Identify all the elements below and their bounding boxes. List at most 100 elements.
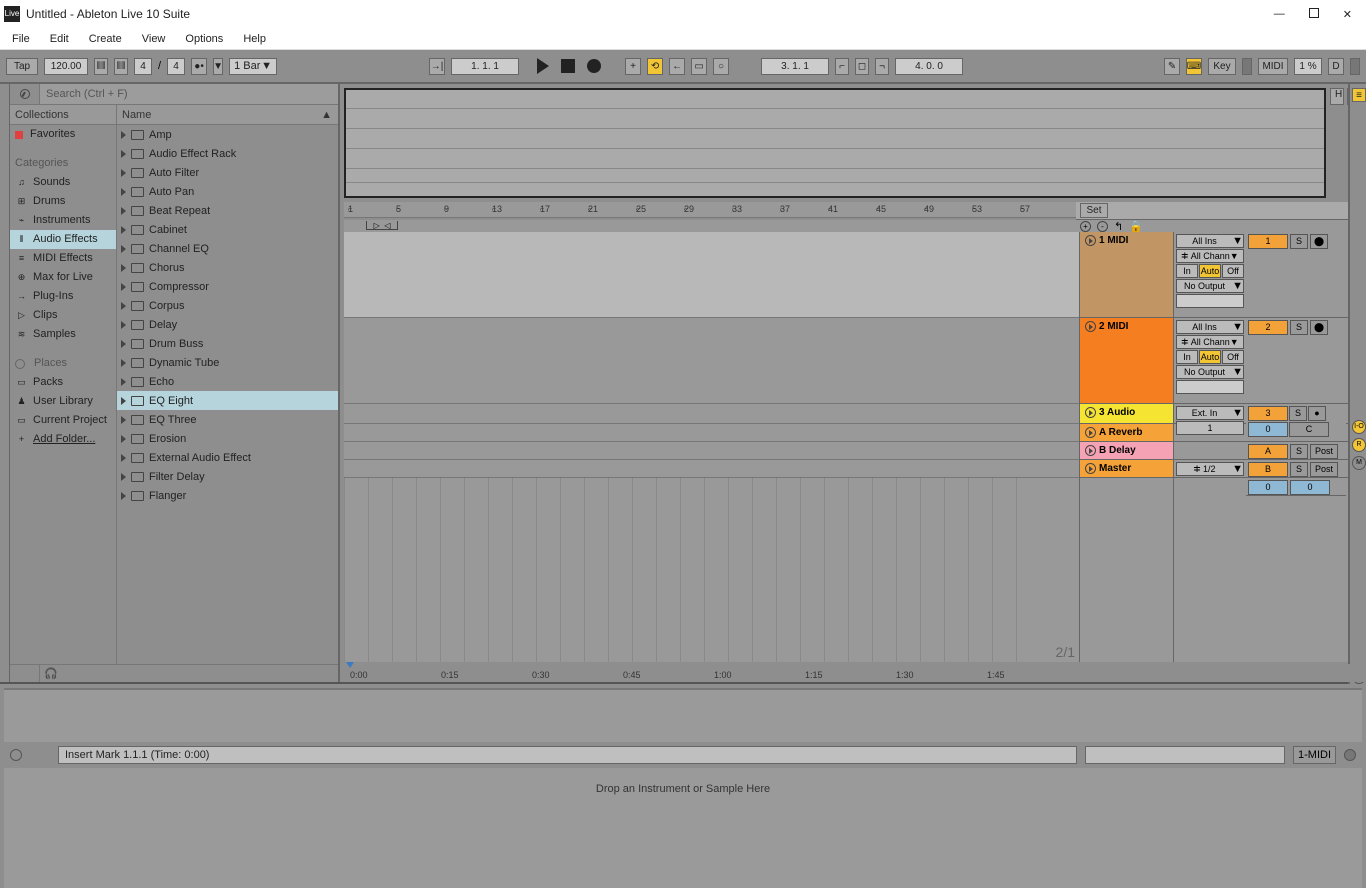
arm-button[interactable]: ⬤ xyxy=(1310,320,1328,335)
new-scene-icon[interactable]: + xyxy=(1080,221,1091,232)
menu-edit[interactable]: Edit xyxy=(50,33,69,45)
sidebar-category-sounds[interactable]: ♫Sounds xyxy=(10,173,116,192)
input-channel[interactable]: ⵐ All Chann▼ xyxy=(1176,335,1244,349)
sidebar-place-packs[interactable]: ▭Packs xyxy=(10,373,116,392)
browser-item-eq-three[interactable]: EQ Three xyxy=(117,410,338,429)
status-message[interactable]: Insert Mark 1.1.1 (Time: 0:00) xyxy=(58,746,1077,764)
punch-in[interactable]: ⌐ xyxy=(835,58,849,75)
sidebar-category-drums[interactable]: ⊞Drums xyxy=(10,192,116,211)
track-header-b-delay[interactable]: B Delay xyxy=(1080,442,1173,460)
monitor-in[interactable]: In xyxy=(1176,264,1198,278)
stop-button[interactable] xyxy=(561,59,575,73)
menu-options[interactable]: Options xyxy=(185,33,223,45)
mixer-toggle[interactable]: M xyxy=(1352,456,1366,470)
browser-item-drum-buss[interactable]: Drum Buss xyxy=(117,334,338,353)
browser-item-auto-pan[interactable]: Auto Pan xyxy=(117,182,338,201)
punch-out[interactable]: ¬ xyxy=(875,58,889,75)
solo-button[interactable]: S xyxy=(1289,406,1307,421)
clip-row[interactable] xyxy=(344,442,1079,460)
sidebar-place-current-project[interactable]: ▭Current Project xyxy=(10,411,116,430)
track-activator[interactable]: 3 xyxy=(1248,406,1288,421)
output-type[interactable]: No Output ▼ xyxy=(1176,279,1244,293)
input-type[interactable]: Ext. In ▼ xyxy=(1176,406,1244,420)
volume[interactable]: 0 xyxy=(1248,422,1288,437)
input-channel[interactable]: ⵐ All Chann▼ xyxy=(1176,249,1244,263)
clip-row[interactable] xyxy=(344,318,1079,404)
track-header-a-reverb[interactable]: A Reverb xyxy=(1080,424,1173,442)
draw-mode-button[interactable]: ✎ xyxy=(1164,58,1180,75)
monitor-off[interactable]: Off xyxy=(1222,264,1244,278)
sidebar-place-add-folder-[interactable]: +Add Folder... xyxy=(10,430,116,449)
browser-item-external-audio-effect[interactable]: External Audio Effect xyxy=(117,448,338,467)
browser-item-beat-repeat[interactable]: Beat Repeat xyxy=(117,201,338,220)
input-channel[interactable]: 1 xyxy=(1176,421,1244,435)
track-header-3-audio[interactable]: 3 Audio xyxy=(1080,404,1173,424)
track-fold-icon[interactable] xyxy=(1085,407,1096,418)
browser-item-erosion[interactable]: Erosion xyxy=(117,429,338,448)
browser-item-chorus[interactable]: Chorus xyxy=(117,258,338,277)
monitor-in[interactable]: In xyxy=(1176,350,1198,364)
playhead-icon[interactable] xyxy=(346,662,354,668)
track-activator[interactable]: 2 xyxy=(1248,320,1288,335)
search-input[interactable]: Search (Ctrl + F) xyxy=(40,84,338,104)
key-map-button[interactable]: Key xyxy=(1208,58,1236,75)
master-volume[interactable]: 0 xyxy=(1248,480,1288,495)
arrange-position[interactable]: 1. 1. 1 xyxy=(451,58,519,75)
output-type[interactable]: ⵐ 1/2 ▼ xyxy=(1176,462,1244,476)
browser-item-compressor[interactable]: Compressor xyxy=(117,277,338,296)
browser-item-corpus[interactable]: Corpus xyxy=(117,296,338,315)
track-fold-icon[interactable] xyxy=(1085,321,1096,332)
sidebar-favorites[interactable]: Favorites xyxy=(10,125,116,144)
window-maximize-button[interactable] xyxy=(1309,8,1319,18)
track-header-2-midi[interactable]: 2 MIDI xyxy=(1080,318,1173,404)
browser-waveform-toggle[interactable] xyxy=(10,665,40,682)
browser-item-eq-eight[interactable]: EQ Eight xyxy=(117,391,338,410)
window-minimize-button[interactable]: — xyxy=(1274,8,1285,21)
post-button[interactable]: Post xyxy=(1310,462,1338,477)
io-toggle[interactable]: I-O xyxy=(1352,420,1366,434)
browser-item-filter-delay[interactable]: Filter Delay xyxy=(117,467,338,486)
track-activator[interactable]: B xyxy=(1248,462,1288,477)
solo-button[interactable]: S xyxy=(1290,234,1308,249)
capture-button[interactable]: ▭ xyxy=(691,58,707,75)
midi-map-button[interactable]: MIDI xyxy=(1258,58,1288,75)
input-type[interactable]: All Ins ▼ xyxy=(1176,234,1244,248)
browser-item-cabinet[interactable]: Cabinet xyxy=(117,220,338,239)
track-fold-icon[interactable] xyxy=(1085,235,1096,246)
set-button[interactable]: Set xyxy=(1080,203,1108,218)
loop-button[interactable]: ◻ xyxy=(855,58,869,75)
browser-item-amp[interactable]: Amp xyxy=(117,125,338,144)
output-channel[interactable] xyxy=(1176,294,1244,308)
track-activator[interactable]: 1 xyxy=(1248,234,1288,249)
content-name-header[interactable]: Name▲ xyxy=(117,105,338,125)
browser-item-flanger[interactable]: Flanger xyxy=(117,486,338,505)
returns-toggle[interactable]: R xyxy=(1352,438,1366,452)
quantize-field[interactable]: 1 Bar▼ xyxy=(229,58,277,75)
metronome-nudge-down[interactable]: ⦀⦀ xyxy=(94,58,108,75)
sidebar-category-instruments[interactable]: ⌁Instruments xyxy=(10,211,116,230)
loop-length[interactable]: 4. 0. 0 xyxy=(895,58,963,75)
post-button[interactable]: Post xyxy=(1310,444,1338,459)
metronome-icon[interactable]: ●• xyxy=(191,58,207,75)
sidebar-category-audio-effects[interactable]: ⦀Audio Effects xyxy=(10,230,116,249)
sidebar-category-midi-effects[interactable]: ≡MIDI Effects xyxy=(10,249,116,268)
sidebar-place-user-library[interactable]: ♟User Library xyxy=(10,392,116,411)
status-fwd-button[interactable] xyxy=(1344,749,1356,761)
menu-file[interactable]: File xyxy=(12,33,30,45)
right-panel-toggle[interactable]: ≡ xyxy=(1352,88,1366,102)
clip-row[interactable] xyxy=(344,404,1079,424)
browser-item-audio-effect-rack[interactable]: Audio Effect Rack xyxy=(117,144,338,163)
status-back-button[interactable] xyxy=(10,749,22,761)
track-fold-icon[interactable] xyxy=(1085,427,1096,438)
arrangement-overview[interactable] xyxy=(344,88,1326,198)
arm-button[interactable]: ● xyxy=(1308,406,1326,421)
session-record[interactable]: ○ xyxy=(713,58,729,75)
sidebar-category-samples[interactable]: ≋Samples xyxy=(10,325,116,344)
tap-tempo-button[interactable]: Tap xyxy=(6,58,38,75)
menu-view[interactable]: View xyxy=(142,33,166,45)
clips-area[interactable]: 2/1 xyxy=(344,232,1080,662)
track-fold-icon[interactable] xyxy=(1085,463,1096,474)
time-ruler[interactable]: 0:000:150:300:451:001:151:301:45 xyxy=(340,664,1366,682)
re-enable-automation[interactable]: ← xyxy=(669,58,685,75)
overview-h-button[interactable]: H xyxy=(1330,88,1344,105)
